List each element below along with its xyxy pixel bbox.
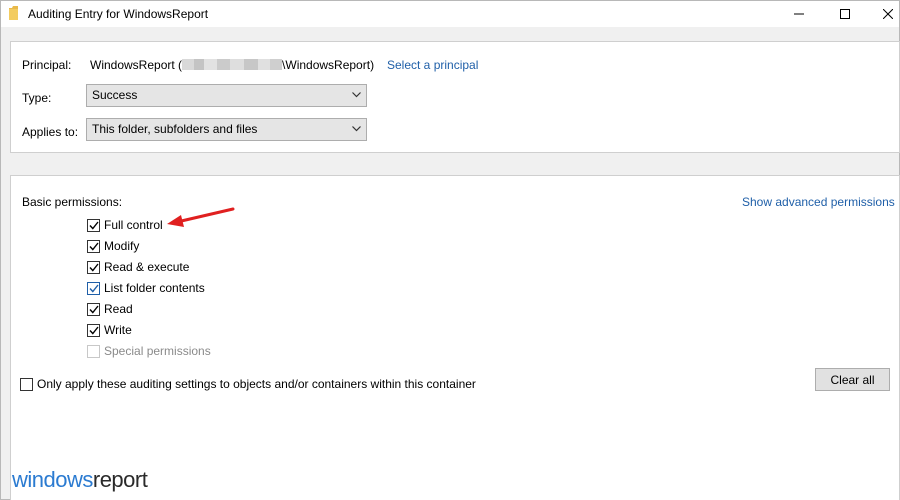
full-control-checkbox[interactable] <box>87 218 100 232</box>
window-title: Auditing Entry for WindowsReport <box>28 7 209 21</box>
close-button[interactable] <box>865 1 900 27</box>
minimize-button[interactable] <box>776 1 822 27</box>
annotation-arrow-icon <box>167 207 235 227</box>
modify-label: Modify <box>104 239 140 253</box>
applies-to-selected-value: This folder, subfolders and files <box>92 122 258 136</box>
only-apply-checkbox[interactable] <box>20 377 33 391</box>
write-checkbox[interactable] <box>87 323 100 337</box>
permission-read-execute[interactable]: Read & execute <box>87 259 189 275</box>
maximize-button[interactable] <box>822 1 868 27</box>
principal-value-suffix: \WindowsReport) <box>282 58 375 72</box>
checkmark-icon <box>88 284 99 293</box>
modify-checkbox[interactable] <box>87 239 100 253</box>
principal-label: Principal: <box>22 58 72 72</box>
chevron-down-icon <box>352 92 361 98</box>
read-execute-label: Read & execute <box>104 260 190 274</box>
type-label: Type: <box>22 91 52 105</box>
type-selected-value: Success <box>92 88 138 102</box>
only-apply-option[interactable]: Only apply these auditing settings to ob… <box>20 376 476 392</box>
checkmark-icon <box>88 221 99 230</box>
read-checkbox[interactable] <box>87 302 100 316</box>
minimize-icon <box>794 13 804 15</box>
maximize-icon <box>840 9 850 19</box>
read-execute-checkbox[interactable] <box>87 260 100 274</box>
read-label: Read <box>104 302 133 316</box>
permissions-panel: Basic permissions: Show advanced permiss… <box>10 175 900 500</box>
windowsreport-watermark: windowsreport <box>12 467 148 493</box>
checkmark-icon <box>88 242 99 251</box>
principal-panel: Principal: WindowsReport ( \WindowsReport… <box>10 41 900 153</box>
clear-all-button[interactable]: Clear all <box>815 368 890 391</box>
brand-part-report: report <box>92 467 148 492</box>
folder-icon <box>9 6 18 20</box>
applies-to-label: Applies to: <box>22 125 79 139</box>
principal-value-prefix: WindowsReport ( <box>90 58 183 72</box>
only-apply-label: Only apply these auditing settings to ob… <box>37 377 476 391</box>
full-control-label: Full control <box>104 218 163 232</box>
checkmark-icon <box>88 305 99 314</box>
checkmark-icon <box>88 263 99 272</box>
title-bar[interactable]: Auditing Entry for WindowsReport <box>1 1 899 27</box>
select-principal-link[interactable]: Select a principal <box>387 58 478 72</box>
permission-special: Special permissions <box>87 343 211 359</box>
brand-part-windows: windows <box>12 467 93 492</box>
chevron-down-icon <box>352 126 361 132</box>
list-folder-contents-label: List folder contents <box>104 281 205 295</box>
permission-modify[interactable]: Modify <box>87 238 139 254</box>
permission-list-folder-contents[interactable]: List folder contents <box>87 280 205 296</box>
permission-read[interactable]: Read <box>87 301 133 317</box>
permission-full-control[interactable]: Full control <box>87 217 163 233</box>
special-permissions-label: Special permissions <box>104 344 211 358</box>
special-permissions-checkbox <box>87 344 100 358</box>
redacted-domain <box>182 59 283 70</box>
checkmark-icon <box>88 326 99 335</box>
dialog-window: Auditing Entry for WindowsReport Princip… <box>0 0 900 500</box>
write-label: Write <box>104 323 132 337</box>
permission-write[interactable]: Write <box>87 322 132 338</box>
show-advanced-permissions-link[interactable]: Show advanced permissions <box>742 195 895 209</box>
principal-value: WindowsReport ( \WindowsReport) <box>90 58 374 72</box>
type-select[interactable]: Success <box>86 84 367 107</box>
list-folder-contents-checkbox[interactable] <box>87 281 100 295</box>
applies-to-select[interactable]: This folder, subfolders and files <box>86 118 367 141</box>
close-icon <box>883 9 893 19</box>
basic-permissions-heading: Basic permissions: <box>22 195 123 209</box>
